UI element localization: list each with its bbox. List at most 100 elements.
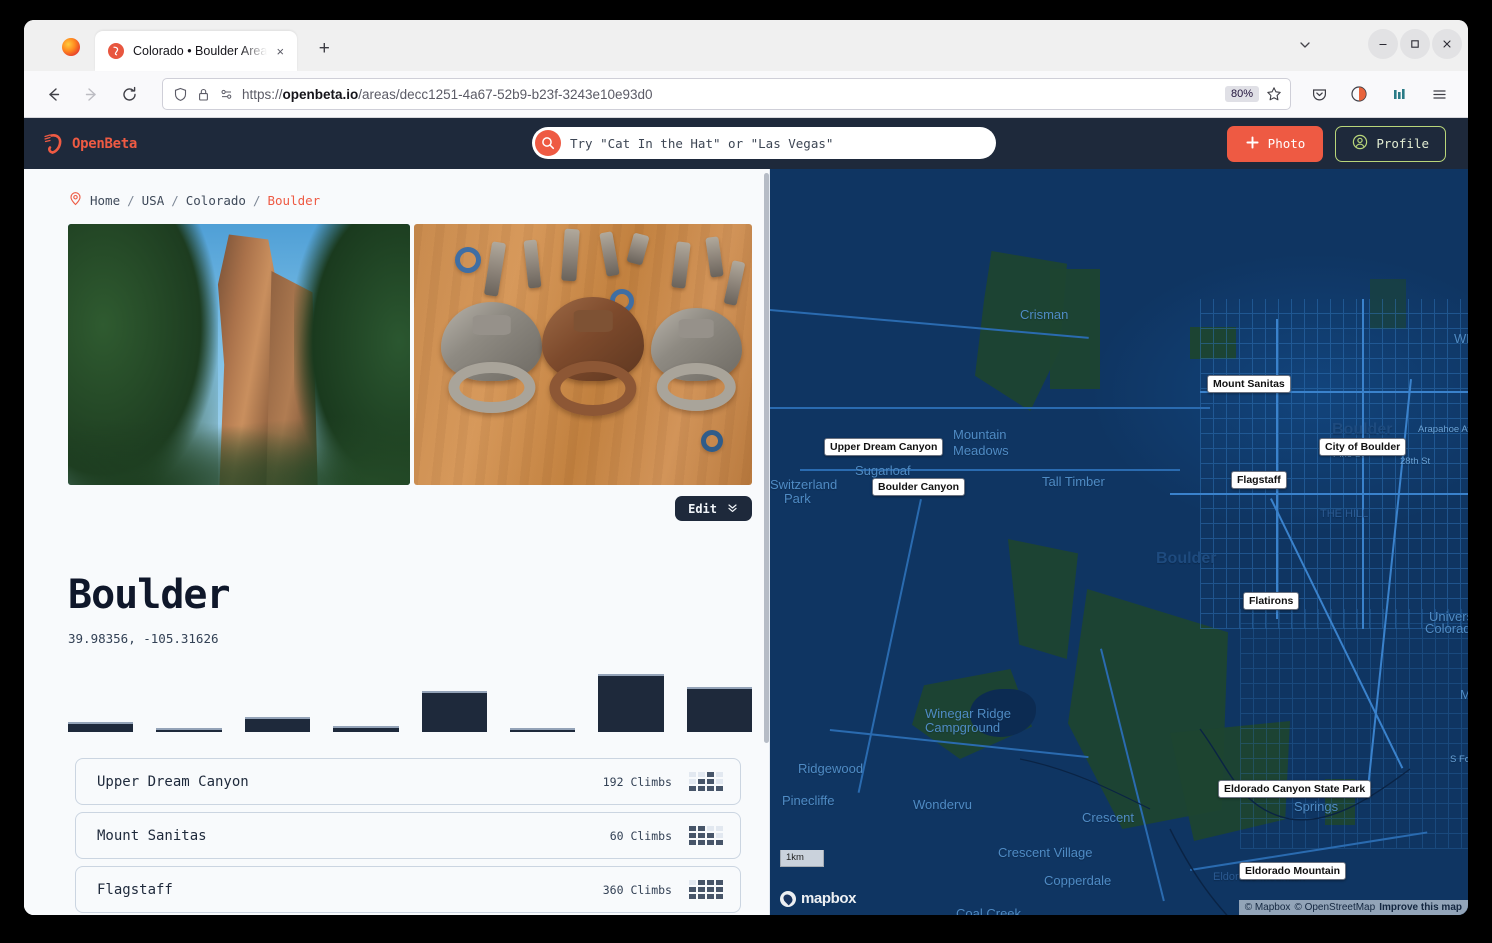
reload-button-icon[interactable] — [113, 78, 145, 110]
header-actions: Photo Profile — [1226, 125, 1446, 162]
tab-list-chevron-down-icon[interactable] — [1292, 32, 1318, 58]
grade-matrix-cell — [716, 880, 723, 885]
sub-area-row[interactable]: Upper Dream Canyon 192 Climbs — [75, 758, 741, 805]
window-maximize-button[interactable] — [1400, 29, 1430, 59]
grade-matrix-cell — [707, 887, 714, 892]
window-close-button[interactable] — [1432, 29, 1462, 59]
map-area-pin[interactable]: Eldorado Mountain — [1239, 862, 1347, 880]
map-area-pin[interactable]: Mount Sanitas — [1207, 375, 1291, 393]
user-circle-icon — [1352, 134, 1368, 153]
map-terrain-outlines — [1019, 728, 1411, 915]
plus-icon — [1245, 135, 1260, 153]
map-area-pin[interactable]: City of Boulder — [1319, 438, 1407, 456]
grade-matrix-icon — [689, 772, 723, 791]
grade-bar — [686, 687, 752, 732]
app-menu-hamburger-icon[interactable] — [1423, 78, 1455, 110]
edit-label: Edit — [688, 501, 717, 516]
map-area-pin[interactable]: Boulder Canyon — [872, 478, 966, 496]
grade-bar — [156, 728, 222, 732]
edit-row: Edit — [68, 496, 752, 521]
map-geo-label: Marsh — [1460, 687, 1468, 702]
window-controls — [1368, 29, 1462, 59]
permissions-icon[interactable] — [219, 87, 234, 102]
grade-matrix-cell — [689, 772, 696, 777]
breadcrumb-item-boulder[interactable]: Boulder — [268, 193, 321, 208]
carabiner-icon — [44, 133, 62, 154]
breadcrumb-item-home[interactable]: Home — [90, 193, 120, 208]
grade-matrix-cell — [698, 833, 705, 838]
container-account-icon[interactable] — [1343, 78, 1375, 110]
grade-matrix-cell — [698, 840, 705, 845]
map-attribution: © Mapbox © OpenStreetMap Improve this ma… — [1238, 900, 1468, 915]
chevron-double-down-icon — [726, 501, 739, 517]
sub-area-climb-count: 60 Climbs — [609, 828, 672, 843]
map-geo-label: Crescent — [1082, 810, 1135, 825]
extension-bars-icon[interactable] — [1383, 78, 1415, 110]
grade-bar — [244, 717, 311, 732]
gallery-photo-rock-tower[interactable] — [68, 224, 410, 485]
gallery-photo-bolt-hangers[interactable] — [414, 224, 752, 485]
grade-matrix-cell — [689, 840, 696, 845]
edit-button[interactable]: Edit — [675, 496, 752, 521]
map-geo-label: Sugarloaf — [855, 463, 911, 478]
browser-toolbar-right — [1300, 78, 1458, 110]
new-tab-button[interactable]: + — [311, 36, 337, 62]
sub-area-name: Mount Sanitas — [97, 827, 207, 844]
search-input[interactable]: Try "Cat In the Hat" or "Las Vegas" — [532, 127, 996, 159]
breadcrumb-separator: / — [127, 192, 135, 208]
map-area-pin[interactable]: Upper Dream Canyon — [824, 438, 944, 456]
grade-bar — [598, 674, 664, 732]
attribution-mapbox[interactable]: © Mapbox — [1245, 902, 1291, 913]
map-geo-label: Boulder — [1332, 421, 1393, 438]
breadcrumb-item-colorado[interactable]: Colorado — [186, 193, 246, 208]
shield-icon[interactable] — [173, 87, 188, 102]
browser-tab[interactable]: Colorado • Boulder Area × — [95, 31, 298, 71]
mapbox-logo[interactable]: mapbox — [780, 890, 857, 907]
search-icon — [535, 130, 561, 156]
back-button-icon[interactable] — [37, 78, 69, 110]
grade-distribution-chart — [68, 662, 752, 732]
map-geo-label: S Foothills Hwy — [1450, 754, 1468, 765]
photo-washer — [454, 247, 481, 274]
site-header: OpenBeta Try "Cat In the Hat" or "Las Ve… — [24, 118, 1468, 169]
area-content-pane: Home / USA / Colorado / Boulder Edit Bou… — [24, 169, 770, 915]
url-bar[interactable]: https://openbeta.io/areas/decc1251-4a67-… — [162, 78, 1291, 110]
content-scrollbar[interactable] — [764, 173, 769, 743]
map-area-pin[interactable]: Eldorado Canyon State Park — [1218, 780, 1372, 798]
brand-logo[interactable]: OpenBeta — [42, 131, 137, 157]
attribution-osm[interactable]: © OpenStreetMap — [1294, 902, 1375, 913]
grade-matrix-icon — [689, 826, 723, 845]
grade-matrix-cell — [707, 880, 714, 885]
photo-hanger-bolt — [573, 310, 613, 333]
map-geo-label: Crescent Village — [998, 845, 1093, 860]
improve-this-map-link[interactable]: Improve this map — [1379, 902, 1462, 913]
area-map[interactable]: Crisman Mountain Meadows Sugarloaf Tall Timb… — [770, 169, 1468, 915]
grade-matrix-cell — [689, 887, 696, 892]
map-geo-label: Switzerland — [770, 477, 838, 492]
grade-matrix-cell — [707, 840, 714, 845]
add-photo-button[interactable]: Photo — [1226, 125, 1324, 162]
grade-matrix-cell — [689, 833, 696, 838]
zoom-level-badge[interactable]: 80% — [1224, 86, 1259, 102]
window-minimize-button[interactable] — [1368, 29, 1398, 59]
map-geo-label: Meadows — [953, 443, 1009, 458]
profile-button[interactable]: Profile — [1335, 125, 1446, 162]
grade-matrix-cell — [689, 880, 696, 885]
grade-matrix-cell — [689, 826, 696, 831]
sub-area-row[interactable]: Flagstaff 360 Climbs — [75, 866, 741, 913]
sub-area-row[interactable]: Mount Sanitas 60 Climbs — [75, 812, 741, 859]
bookmark-star-icon[interactable] — [1266, 86, 1282, 102]
grade-matrix-cell — [689, 786, 696, 791]
tab-close-icon[interactable]: × — [271, 42, 289, 60]
forward-button-icon — [75, 78, 107, 110]
save-to-pocket-icon[interactable] — [1303, 78, 1335, 110]
map-area-pin[interactable]: Flagstaff — [1231, 471, 1287, 489]
map-geo-label: Crisman — [1020, 307, 1069, 322]
lock-icon[interactable] — [196, 87, 211, 102]
photo-foreground-foliage — [68, 406, 410, 485]
map-area-pin[interactable]: Flatirons — [1243, 592, 1300, 610]
map-pin-icon — [68, 191, 83, 209]
map-geo-label: Boulder — [1156, 550, 1217, 567]
mapbox-mark-icon — [780, 890, 796, 907]
breadcrumb-item-usa[interactable]: USA — [142, 193, 165, 208]
